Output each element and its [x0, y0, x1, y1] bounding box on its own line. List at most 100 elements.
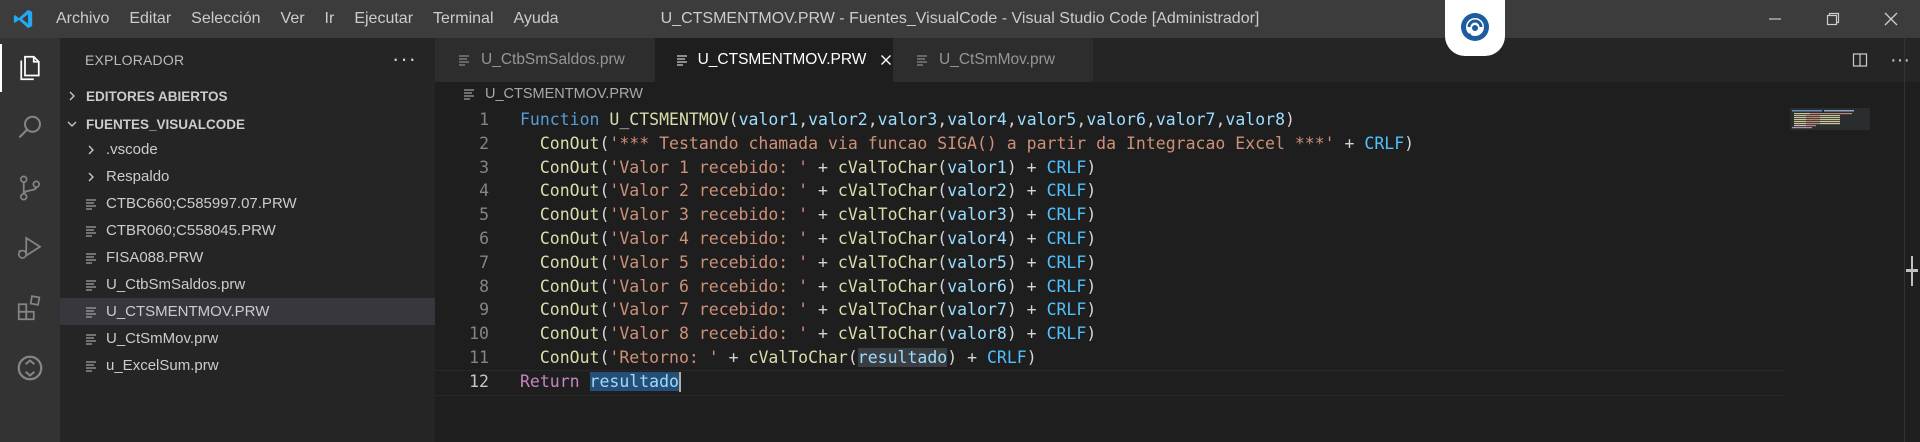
menu-editar[interactable]: Editar	[119, 0, 181, 38]
code-token: valor5	[1016, 110, 1077, 129]
code-token: ConOut	[539, 133, 600, 153]
minimize-button[interactable]	[1746, 0, 1804, 38]
title-bar: Archivo Editar Selección Ver Ir Ejecutar…	[0, 0, 1920, 38]
menu-ver[interactable]: Ver	[271, 0, 315, 38]
code-token: cValToChar	[748, 347, 848, 367]
code-line[interactable]: 3 ConOut('Valor 1 recebido: ' + cValToCh…	[435, 156, 1785, 180]
code-line[interactable]: 12 Return resultado	[435, 370, 1785, 394]
code-token: valor4	[947, 110, 1007, 129]
menu-archivo[interactable]: Archivo	[46, 0, 119, 38]
code-token: )	[1086, 324, 1097, 344]
live-share-badge[interactable]	[1445, 0, 1505, 56]
code-token: (	[937, 181, 948, 201]
code-line[interactable]: 2 ConOut('*** Testando chamada via funca…	[435, 132, 1785, 156]
code-token: )	[1086, 276, 1097, 296]
menu-terminal[interactable]: Terminal	[423, 0, 503, 38]
code-token: cValToChar	[837, 205, 938, 225]
tab-u-ctsmmov[interactable]: U_CtSmMov.prw	[893, 38, 1093, 82]
tree-item-file[interactable]: CTBC660;C585997.07.PRW	[60, 190, 435, 217]
code-token: 'Valor 6 recebido: '	[609, 276, 809, 296]
more-actions-button[interactable]: ···	[1880, 38, 1920, 82]
tab-label: U_CTSMENTMOV.PRW	[697, 51, 867, 68]
line-content: ConOut('Valor 8 recebido: ' + cValToChar…	[520, 322, 1096, 346]
tree-item-file[interactable]: U_CtbSmSaldos.prw	[60, 271, 435, 298]
code-line[interactable]: 4 ConOut('Valor 2 recebido: ' + cValToCh…	[435, 179, 1785, 203]
code-token: (	[599, 228, 610, 248]
editor-tabs: U_CtbSmSaldos.prw U_CTSMENTMOV.PRW U_CtS…	[435, 38, 1920, 82]
code-token: ConOut	[539, 347, 600, 367]
tree-item-file[interactable]: FISA088.PRW	[60, 244, 435, 271]
extensions-activity[interactable]	[0, 284, 60, 332]
code-token: valor3	[877, 110, 938, 129]
line-number: 12	[469, 371, 489, 391]
tree-item-file[interactable]: u_ExcelSum.prw	[60, 352, 435, 379]
tree-item-file[interactable]: CTBR060;C558045.PRW	[60, 217, 435, 244]
code-line[interactable]: 6 ConOut('Valor 4 recebido: ' + cValToCh…	[435, 227, 1785, 251]
breadcrumb-file[interactable]: U_CTSMENTMOV.PRW	[485, 86, 643, 102]
more-actions-icon[interactable]: ···	[392, 46, 417, 72]
remote-icon	[17, 355, 43, 381]
code-token: 'Valor 7 recebido: '	[609, 300, 809, 320]
code-token: cValToChar	[837, 324, 938, 344]
code-line[interactable]: 7 ConOut('Valor 5 recebido: ' + cValToCh…	[435, 251, 1785, 275]
code-token: ) +	[1006, 276, 1047, 296]
code-token: )	[1026, 347, 1037, 367]
code-token: (	[937, 324, 948, 344]
line-number: 3	[479, 157, 489, 177]
code-token: ,	[1076, 110, 1087, 129]
tab-u-ctsmentmov[interactable]: U_CTSMENTMOV.PRW	[655, 38, 893, 82]
code-token: ConOut	[539, 300, 600, 320]
menu-ayuda[interactable]: Ayuda	[504, 0, 569, 38]
close-window-button[interactable]	[1862, 0, 1920, 38]
code-token: (	[937, 228, 948, 248]
code-token: ) +	[1006, 205, 1047, 225]
code-line[interactable]: 1 Function U_CTSMENTMOV(valor1,valor2,val…	[435, 108, 1785, 132]
split-editor-button[interactable]	[1840, 38, 1880, 82]
code-line[interactable]: 8 ConOut('Valor 6 recebido: ' + cValToCh…	[435, 275, 1785, 299]
file-lines-icon	[82, 252, 100, 264]
code-token: CRLF	[1046, 205, 1087, 225]
search-activity[interactable]	[0, 104, 60, 152]
active-indicator	[0, 44, 2, 92]
menu-ir[interactable]: Ir	[315, 0, 345, 38]
tree-item-file-active[interactable]: U_CTSMENTMOV.PRW	[60, 298, 435, 325]
line-number: 11	[469, 347, 489, 367]
tree-item-file[interactable]: U_CtSmMov.prw	[60, 325, 435, 352]
line-content: ConOut('*** Testando chamada via funcao …	[520, 132, 1414, 156]
minimap[interactable]	[1790, 108, 1870, 138]
run-debug-activity[interactable]	[0, 224, 60, 272]
code-line[interactable]: 5 ConOut('Valor 3 recebido: ' + cValToCh…	[435, 203, 1785, 227]
code-line[interactable]: 9 ConOut('Valor 7 recebido: ' + cValToCh…	[435, 298, 1785, 322]
files-icon	[20, 55, 40, 81]
open-editors-section[interactable]: EDITORES ABIERTOS	[60, 82, 435, 110]
code-token: +	[808, 252, 838, 272]
explorer-activity[interactable]	[0, 44, 60, 92]
tree-item-label: Respaldo	[106, 168, 170, 185]
breadcrumb[interactable]: U_CTSMENTMOV.PRW	[435, 82, 643, 106]
code-line[interactable]: 11 ConOut('Retorno: ' + cValToChar(resul…	[435, 346, 1785, 370]
extensions-icon	[17, 295, 41, 321]
vscode-logo-icon[interactable]	[0, 0, 46, 38]
workspace-section[interactable]: FUENTES_VISUALCODE	[60, 110, 435, 138]
code-token: +	[808, 324, 838, 344]
code-token: ) +	[947, 347, 987, 367]
source-control-activity[interactable]	[0, 164, 60, 212]
code-editor[interactable]: 1 Function U_CTSMENTMOV(valor1,valor2,val…	[435, 108, 1785, 394]
code-token: )	[1086, 228, 1097, 248]
line-number: 9	[479, 300, 489, 320]
tree-item-vscode-folder[interactable]: .vscode	[60, 136, 435, 163]
code-token: CRLF	[1046, 228, 1087, 248]
code-token: ,	[1006, 110, 1017, 129]
file-lines-icon	[82, 333, 100, 345]
menu-ejecutar[interactable]: Ejecutar	[344, 0, 423, 38]
editor-scrollbar-track[interactable]	[1904, 38, 1905, 442]
tab-u-ctbsmsaldos[interactable]: U_CtbSmSaldos.prw	[435, 38, 655, 82]
menu-seleccion[interactable]: Selección	[181, 0, 270, 38]
remote-activity[interactable]	[0, 344, 60, 392]
restore-button[interactable]	[1804, 0, 1862, 38]
code-token: +	[808, 157, 838, 177]
code-line[interactable]: 10 ConOut('Valor 8 recebido: ' + cValToC…	[435, 322, 1785, 346]
close-tab-icon[interactable]	[878, 54, 893, 66]
code-token: )	[1086, 252, 1097, 272]
tree-item-respaldo-folder[interactable]: Respaldo	[60, 163, 435, 190]
